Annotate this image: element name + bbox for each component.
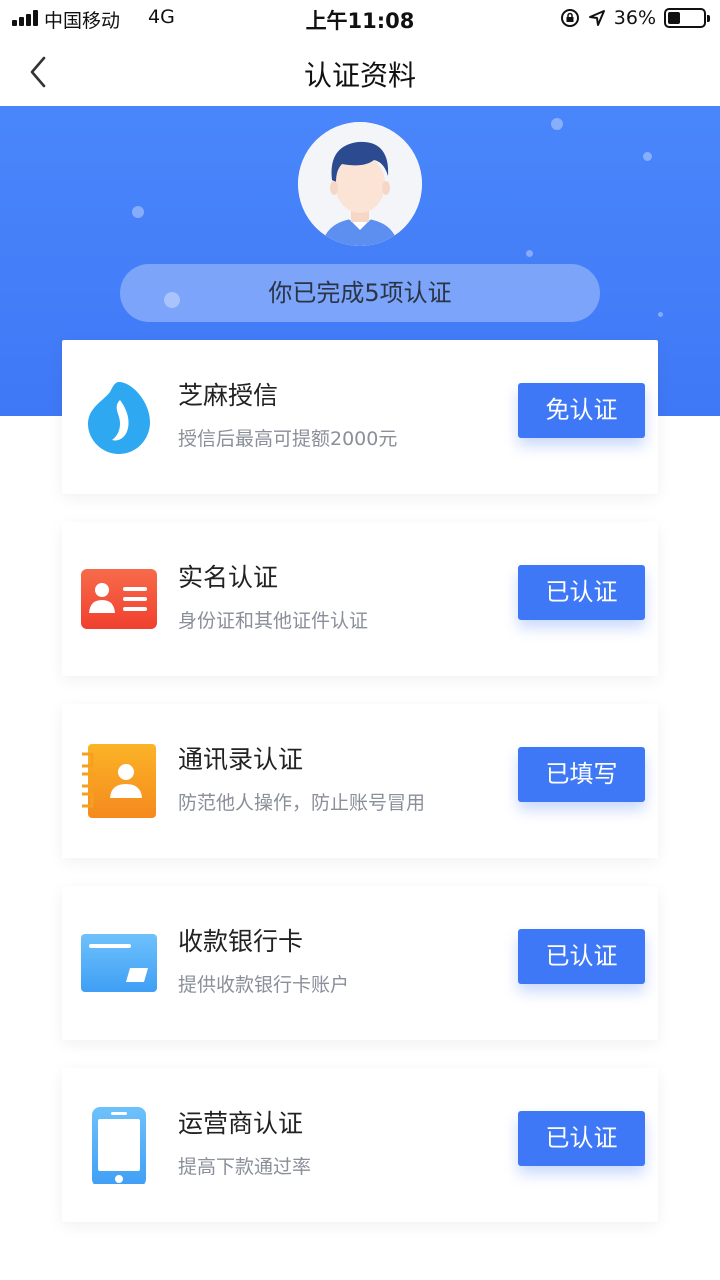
page-title: 认证资料 — [303, 59, 416, 92]
battery-icon — [664, 8, 710, 28]
item-description: 身份证和其他证件认证 — [178, 610, 369, 632]
item-description: 防范他人操作，防止账号冒用 — [178, 792, 426, 814]
item-title: 实名认证 — [178, 563, 279, 592]
mobile-phone-icon — [92, 1107, 146, 1184]
list-item-sesame-credit[interactable]: 芝麻授信 授信后最高可提额2000元 免认证 — [62, 340, 658, 494]
item-title: 收款银行卡 — [178, 927, 304, 956]
item-title: 通讯录认证 — [178, 745, 304, 774]
contacts-book-icon — [82, 744, 156, 818]
status-bar: 中国移动 4G 上午11:08 36% — [0, 0, 720, 38]
item-description: 提高下款通过率 — [178, 1156, 312, 1178]
list-item-bank-card[interactable]: 收款银行卡 提供收款银行卡账户 已认证 — [62, 886, 658, 1040]
bank-card-icon — [81, 934, 157, 992]
user-avatar[interactable] — [298, 122, 422, 246]
item-description: 提供收款银行卡账户 — [178, 974, 350, 996]
action-button[interactable]: 免认证 — [518, 383, 645, 438]
rotation-lock-icon — [560, 9, 579, 27]
list-item-real-name[interactable]: 实名认证 身份证和其他证件认证 已认证 — [62, 522, 658, 676]
id-card-icon — [81, 569, 157, 629]
item-description: 授信后最高可提额2000元 — [178, 428, 398, 450]
item-title: 运营商认证 — [178, 1109, 304, 1138]
action-button[interactable]: 已认证 — [518, 1111, 645, 1166]
list-item-carrier[interactable]: 运营商认证 提高下款通过率 已认证 — [62, 1068, 658, 1222]
item-title: 芝麻授信 — [178, 381, 279, 410]
location-arrow-icon — [588, 10, 605, 26]
sesame-drop-icon — [88, 382, 150, 454]
list-item-contacts[interactable]: 通讯录认证 防范他人操作，防止账号冒用 已填写 — [62, 704, 658, 858]
avatar-illustration-icon — [298, 122, 422, 246]
action-button[interactable]: 已填写 — [518, 747, 645, 802]
action-button[interactable]: 已认证 — [518, 929, 645, 984]
navigation-bar: 认证资料 — [0, 38, 720, 106]
battery-percent: 36% — [613, 7, 656, 29]
action-button[interactable]: 已认证 — [518, 565, 645, 620]
certification-summary: 你已完成5项认证 — [120, 264, 600, 322]
